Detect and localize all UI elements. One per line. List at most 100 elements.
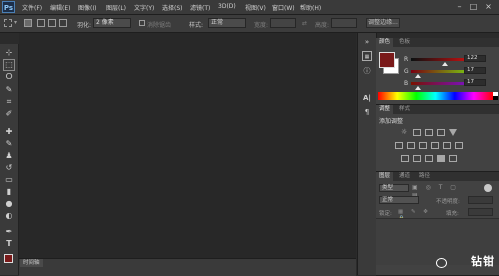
menu-type[interactable]: 文字(Y) <box>134 3 154 12</box>
tab-paths[interactable]: 路径 <box>416 172 433 181</box>
color-spectrum[interactable] <box>378 92 493 100</box>
maximize-button[interactable]: □ <box>469 2 478 11</box>
blue-slider-knob[interactable] <box>415 86 421 90</box>
antialias-label: 消除锯齿 <box>147 22 172 29</box>
fill-input[interactable] <box>468 208 493 216</box>
brightness-icon[interactable]: ☼ <box>401 129 409 136</box>
crop-icon[interactable]: ⌗ <box>4 97 14 107</box>
photoshop-logo: Ps <box>2 1 15 13</box>
history-brush-icon[interactable]: ↺ <box>4 163 14 173</box>
menu-image[interactable]: 图像(I) <box>78 3 96 12</box>
type-icon[interactable]: T <box>4 239 14 249</box>
timeline-panel <box>19 258 356 276</box>
vibrance-icon[interactable] <box>449 129 457 136</box>
pen-icon[interactable]: ✒ <box>4 227 14 237</box>
menu-edit[interactable]: 编辑(E) <box>50 3 70 12</box>
opacity-label: 不透明度: <box>436 199 460 205</box>
healing-icon[interactable]: ✚ <box>4 127 14 137</box>
menu-view[interactable]: 视图(V) <box>245 3 266 12</box>
move-icon[interactable]: ⊹ <box>4 48 14 58</box>
exposure-icon[interactable] <box>437 129 445 136</box>
black-swatch[interactable] <box>493 96 498 100</box>
close-button[interactable]: × <box>484 2 493 11</box>
menu-3d[interactable]: 3D(D) <box>218 3 236 10</box>
history-panel-icon[interactable]: ▦ <box>362 51 372 61</box>
red-value[interactable]: 122 <box>464 55 486 62</box>
threshold-icon[interactable] <box>425 155 433 162</box>
menu-file[interactable]: 文件(F) <box>22 3 42 12</box>
dodge-icon[interactable]: ◐ <box>4 211 14 221</box>
hue-saturation-icon[interactable] <box>395 142 403 149</box>
adjustments-panel: 调整 样式 添加调整 ☼ <box>376 105 499 172</box>
lasso-icon[interactable]: ⵔ <box>4 72 14 82</box>
layer-kind-filter[interactable]: 类型 <box>379 184 409 192</box>
collapse-icon[interactable]: » <box>362 37 372 47</box>
menu-window[interactable]: 窗口(W) <box>272 3 295 12</box>
height-input[interactable] <box>331 18 357 28</box>
menu-filter[interactable]: 滤镜(T) <box>190 3 210 12</box>
curves-icon[interactable] <box>425 129 433 136</box>
style-select[interactable]: 正常 <box>208 18 246 28</box>
menu-layer[interactable]: 图层(L) <box>106 3 126 12</box>
blend-mode-select[interactable]: 正常 <box>379 196 419 204</box>
panel-dock: » ▦ ⓘ A| ¶ <box>357 33 377 275</box>
tab-adjustments[interactable]: 调整 <box>376 105 394 114</box>
stamp-icon[interactable]: ♟ <box>4 151 14 161</box>
tab-color[interactable]: 颜色 <box>376 38 394 47</box>
tab-styles[interactable]: 样式 <box>396 105 413 114</box>
filter-toggle-icon[interactable] <box>484 184 492 192</box>
opacity-input[interactable] <box>468 196 493 204</box>
minimize-button[interactable]: – <box>455 2 464 11</box>
chevron-down-icon[interactable]: ▾ <box>14 19 17 26</box>
photo-filter-icon[interactable] <box>431 142 439 149</box>
timeline-tab[interactable]: 时间轴 <box>20 259 43 267</box>
document-canvas[interactable] <box>19 33 356 264</box>
feather-input[interactable]: 2 像素 <box>93 18 131 28</box>
tab-swatches[interactable]: 色板 <box>396 38 413 47</box>
eyedropper-icon[interactable]: ✐ <box>4 109 14 119</box>
width-input[interactable] <box>270 18 296 28</box>
brush-icon[interactable]: ✎ <box>4 139 14 149</box>
posterize-icon[interactable] <box>413 155 421 162</box>
new-selection-icon[interactable] <box>24 19 32 27</box>
levels-icon[interactable] <box>413 129 421 136</box>
foreground-color-swatch[interactable] <box>379 52 395 68</box>
color-balance-icon[interactable] <box>407 142 415 149</box>
lock-icons[interactable]: ▦ ✎ ✥ 🔒 <box>398 209 438 222</box>
red-slider-knob[interactable] <box>442 62 448 66</box>
swap-icon[interactable]: ⇄ <box>302 20 307 27</box>
intersect-selection-icon[interactable] <box>59 19 67 27</box>
gradient-icon[interactable]: ▮ <box>4 187 14 197</box>
color-panel: 颜色 色板 R 122 G 17 B 17 <box>376 38 499 105</box>
menu-select[interactable]: 选择(S) <box>162 3 183 12</box>
invert-icon[interactable] <box>401 155 409 162</box>
menu-help[interactable]: 帮助(H) <box>300 3 321 12</box>
refine-edge-button[interactable]: 调整边缘... <box>366 18 400 28</box>
selective-color-icon[interactable] <box>437 155 445 162</box>
add-selection-icon[interactable] <box>37 19 45 27</box>
layer-filter-icons[interactable]: ▣ ◎ T ▢ ▤ <box>412 184 472 199</box>
subtract-selection-icon[interactable] <box>48 19 56 27</box>
marquee-icon[interactable]: ⬚ <box>3 59 15 71</box>
channel-mixer-icon[interactable] <box>443 142 451 149</box>
black-white-icon[interactable] <box>419 142 427 149</box>
marquee-preset-icon[interactable] <box>4 19 12 27</box>
blue-value[interactable]: 17 <box>464 79 486 86</box>
fill-label: 填充: <box>446 211 459 217</box>
width-label: 宽度: <box>254 22 269 29</box>
color-lookup-icon[interactable] <box>455 142 463 149</box>
blue-channel-label: B <box>404 80 409 87</box>
quick-select-icon[interactable]: ✎ <box>4 85 14 95</box>
character-panel-icon[interactable]: A| <box>362 93 372 103</box>
info-panel-icon[interactable]: ⓘ <box>362 66 372 76</box>
eraser-icon[interactable]: ▭ <box>4 175 14 185</box>
paragraph-panel-icon[interactable]: ¶ <box>362 107 372 117</box>
blur-icon[interactable]: ● <box>4 199 14 209</box>
foreground-swatch[interactable] <box>4 254 13 263</box>
green-value[interactable]: 17 <box>464 67 486 74</box>
tab-channels[interactable]: 通道 <box>396 172 413 181</box>
antialias-checkbox[interactable] <box>139 20 145 26</box>
tab-layers[interactable]: 图层 <box>376 172 394 181</box>
green-slider-knob[interactable] <box>415 74 421 78</box>
gradient-map-icon[interactable] <box>449 155 457 162</box>
